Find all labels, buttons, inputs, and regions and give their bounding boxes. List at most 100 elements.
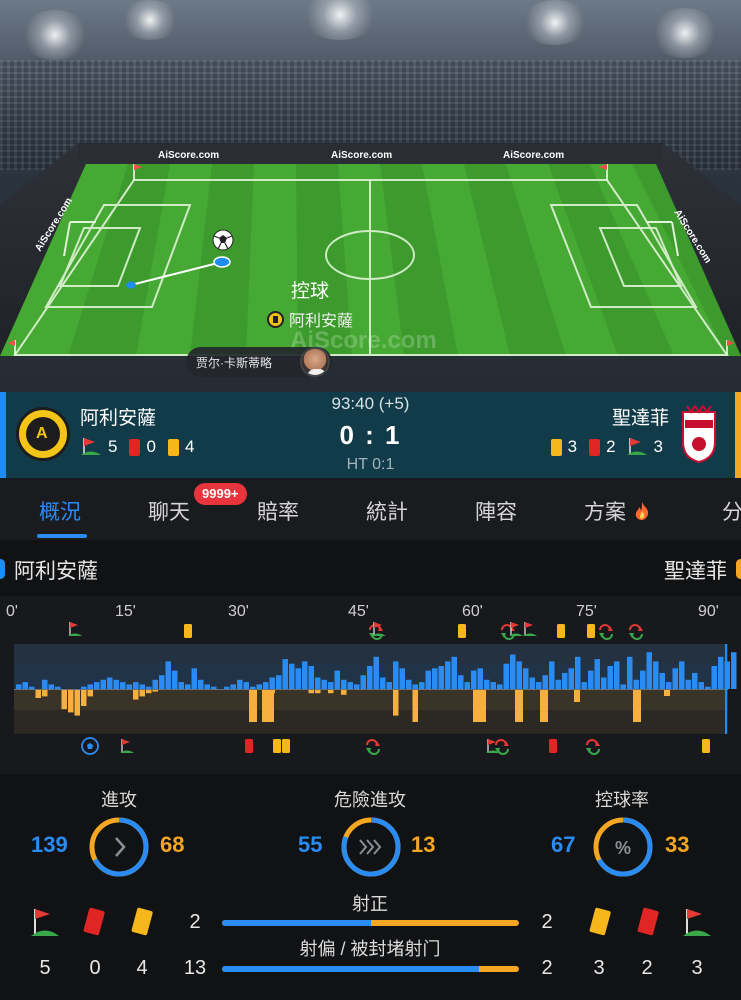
off-target-away: 2 <box>541 957 553 979</box>
away-momentum-bar <box>152 690 158 692</box>
away-momentum-bar <box>664 690 670 696</box>
away-momentum-bar <box>35 690 41 698</box>
home-momentum-bar <box>256 684 262 689</box>
home-momentum-bar <box>185 684 191 689</box>
home-momentum-bar <box>139 684 145 689</box>
away-momentum-bar <box>328 690 334 694</box>
home-momentum-bar <box>152 679 158 689</box>
home-momentum-bar <box>419 682 425 689</box>
home-momentum-bar <box>373 656 379 689</box>
tab-lineup[interactable]: 陣容 <box>475 496 517 526</box>
match-tracker: AiScore.com AiScore.com AiScore.com AiSc… <box>0 0 741 392</box>
player-chip[interactable]: 贾尔·卡斯蒂略 <box>186 347 332 377</box>
possession-ring: % <box>593 817 653 877</box>
away-yellow-count: 3 <box>567 437 578 456</box>
home-momentum-bar <box>100 679 106 689</box>
away-momentum-bar <box>412 690 418 722</box>
home-momentum-bar <box>315 677 321 689</box>
away-momentum-bar <box>133 690 139 700</box>
home-momentum-bar <box>445 661 451 689</box>
yellow-card-icon <box>458 624 466 638</box>
away-momentum-bar <box>146 690 152 694</box>
home-momentum-bar <box>393 661 399 689</box>
tab-stats[interactable]: 統計 <box>366 496 408 526</box>
corner-flag-icon <box>68 622 82 636</box>
home-momentum-bar <box>601 677 607 689</box>
chat-badge: 9999+ <box>194 483 247 505</box>
home-momentum-bar <box>87 684 93 689</box>
away-momentum-bar <box>315 690 321 694</box>
home-momentum-bar <box>133 682 139 689</box>
home-momentum-bar <box>705 686 711 689</box>
corner-flag-icon <box>120 739 134 753</box>
possession-away: 33 <box>665 832 690 857</box>
home-momentum-bar <box>341 679 347 689</box>
away-red-total: 2 <box>641 957 653 979</box>
home-momentum-bar <box>165 661 171 689</box>
home-momentum-bar <box>367 666 373 689</box>
home-momentum-bar <box>536 682 542 689</box>
home-momentum-bar <box>685 679 691 689</box>
tab-chat[interactable]: 聊天 <box>148 496 190 526</box>
yellow-card-icon <box>167 438 179 456</box>
red-card-icon <box>245 739 253 753</box>
home-momentum-bar <box>555 679 561 689</box>
event-overlay: 控球 阿利安薩 <box>230 276 390 331</box>
off-target-home: 13 <box>183 957 207 979</box>
home-momentum-bar <box>328 682 334 689</box>
home-momentum-bar <box>594 659 600 689</box>
home-momentum-bar <box>458 675 464 689</box>
away-momentum-bar <box>393 690 399 716</box>
red-card-icon <box>589 438 601 456</box>
percent-icon: % <box>615 838 631 858</box>
home-crest-icon <box>266 310 284 328</box>
home-momentum-bar <box>711 666 717 689</box>
away-corners-count: 3 <box>653 437 663 456</box>
home-momentum-bar <box>581 682 587 689</box>
tab-more[interactable]: 分 <box>722 496 741 526</box>
away-yellow-total: 3 <box>593 957 605 979</box>
home-momentum-bar <box>653 661 659 689</box>
home-momentum-bar <box>646 652 652 689</box>
home-momentum-bar <box>321 679 327 689</box>
home-color-dot <box>0 559 5 579</box>
dangerous-attacks-ring <box>341 817 401 877</box>
event-team: 阿利安薩 <box>230 307 390 331</box>
away-momentum-bar <box>633 690 641 722</box>
home-red-total: 0 <box>89 957 101 979</box>
home-momentum-bar <box>224 686 230 689</box>
away-corners-total: 3 <box>691 957 703 979</box>
home-momentum-bar <box>289 663 295 689</box>
fire-icon <box>635 502 648 520</box>
away-momentum-bar <box>308 690 314 694</box>
home-momentum-bar <box>568 668 574 689</box>
home-momentum-bar <box>698 682 704 689</box>
home-momentum-bar <box>464 682 470 689</box>
away-momentum-bar <box>266 690 274 722</box>
home-momentum-bar <box>542 675 548 689</box>
tab-tips[interactable]: 方案 <box>584 496 650 526</box>
away-momentum-bar <box>42 690 48 697</box>
home-momentum-bar <box>243 682 249 689</box>
score-bar: 阿利安薩 聖達菲 93:40 (+5) 0 : 1 HT 0:1 5 0 4 3… <box>0 392 741 478</box>
momentum-graph <box>14 622 737 755</box>
yellow-card-icon <box>702 739 710 753</box>
chevron-right-icon <box>115 837 126 857</box>
yellow-card-icon <box>587 624 595 638</box>
home-momentum-bar <box>354 684 360 689</box>
momentum-chart: 0' 15' 30' 45' 60' 75' 90' <box>0 596 741 774</box>
home-momentum-bar <box>126 684 132 689</box>
tab-overview[interactable]: 概況 <box>39 496 81 526</box>
player-name: 贾尔·卡斯蒂略 <box>196 355 272 370</box>
home-momentum-bar <box>146 686 152 689</box>
tab-odds[interactable]: 賠率 <box>257 496 299 526</box>
on-target-label: 射正 <box>352 894 388 914</box>
away-red-count: 2 <box>606 437 616 456</box>
away-momentum-bar <box>74 690 80 716</box>
home-momentum-bar <box>204 684 210 689</box>
home-momentum-bar <box>107 677 113 689</box>
home-yellow-count: 4 <box>184 437 195 456</box>
corner-flag-icon <box>523 622 537 636</box>
home-momentum-bar <box>295 668 301 689</box>
yellow-card-icon <box>282 739 290 753</box>
